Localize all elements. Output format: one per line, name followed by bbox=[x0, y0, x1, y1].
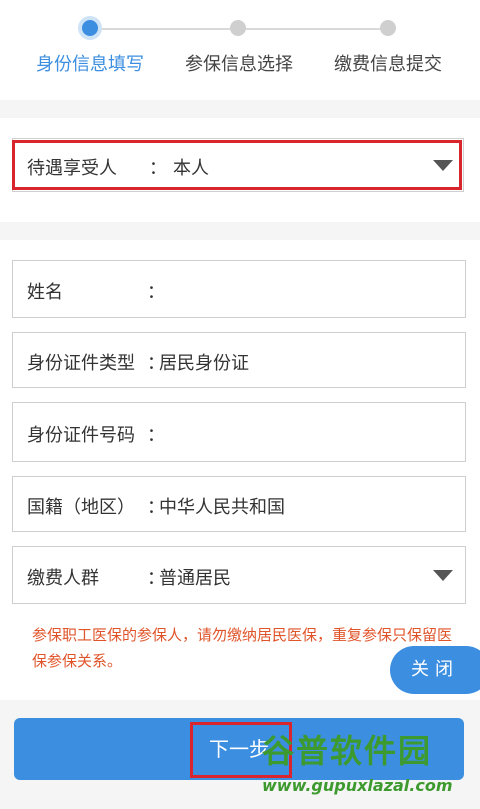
watermark-url: www.gupuxlazal.com bbox=[262, 776, 453, 795]
nationality-label: 国籍（地区） bbox=[27, 497, 135, 518]
step-3-label: 缴费信息提交 bbox=[334, 54, 442, 75]
close-button[interactable]: 关闭 bbox=[390, 646, 480, 694]
id-type-label: 身份证件类型 bbox=[27, 353, 135, 374]
step-2-indicator bbox=[230, 20, 246, 36]
step-1-label: 身份信息填写 bbox=[36, 54, 144, 75]
chevron-down-icon bbox=[433, 570, 453, 581]
field-colon: ： bbox=[147, 425, 165, 446]
nationality-value: 中华人民共和国 bbox=[159, 497, 285, 518]
name-label: 姓名 bbox=[27, 282, 63, 303]
id-number-field[interactable]: 身份证件号码 ： bbox=[12, 402, 466, 462]
beneficiary-value: 本人 bbox=[173, 158, 209, 179]
step-3-indicator bbox=[380, 20, 396, 36]
payer-group-label: 缴费人群 bbox=[27, 568, 99, 589]
step-connector bbox=[246, 28, 380, 30]
watermark-title: 谷普软件园 bbox=[262, 732, 433, 770]
chevron-down-icon bbox=[433, 160, 453, 171]
beneficiary-select[interactable]: 待遇享受人 ： 本人 bbox=[12, 138, 464, 192]
id-type-field[interactable]: 身份证件类型 ： 居民身份证 bbox=[12, 332, 466, 388]
field-colon: ： bbox=[149, 158, 167, 179]
watermark-logo: 谷普软件园 www.gupuxlazal.com bbox=[262, 726, 476, 806]
step-connector bbox=[98, 28, 230, 30]
field-colon: ： bbox=[147, 282, 165, 303]
id-number-label: 身份证件号码 bbox=[27, 425, 135, 446]
id-type-value: 居民身份证 bbox=[159, 353, 249, 374]
step-2-label: 参保信息选择 bbox=[185, 54, 293, 75]
beneficiary-section: 待遇享受人 ： 本人 bbox=[0, 118, 480, 222]
nationality-field[interactable]: 国籍（地区） ： 中华人民共和国 bbox=[12, 476, 466, 532]
payer-group-select[interactable]: 缴费人群 ： 普通居民 bbox=[12, 546, 466, 604]
step-1-indicator bbox=[82, 20, 98, 36]
progress-stepper: 身份信息填写 参保信息选择 缴费信息提交 bbox=[0, 0, 480, 100]
beneficiary-label: 待遇享受人 bbox=[27, 158, 117, 179]
name-field[interactable]: 姓名 ： bbox=[12, 260, 466, 318]
payer-group-value: 普通居民 bbox=[159, 568, 231, 589]
notice-text: 参保职工医保的参保人，请勿缴纳居民医保，重复参保只保留医保参保关系。 bbox=[32, 626, 453, 670]
